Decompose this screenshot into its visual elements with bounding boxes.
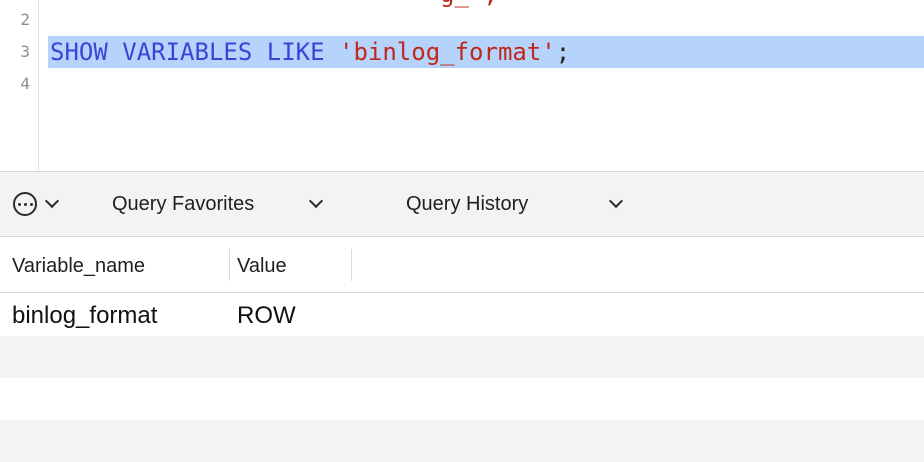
query-history-button[interactable]: Query History [406,172,528,236]
query-favorites-dropdown[interactable] [308,172,324,236]
chevron-down-icon [308,193,324,209]
chevron-down-icon [44,193,60,209]
keyword-like: LIKE [266,38,325,66]
empty-row [0,378,924,420]
line-number-gutter: 2 3 4 [0,0,39,171]
grid-header: Variable_name Value [0,237,924,293]
query-history-dropdown[interactable] [608,172,624,236]
more-options-button[interactable] [13,172,60,236]
line-number: 3 [20,42,30,61]
column-header-value[interactable]: Value [237,237,287,292]
empty-row [0,420,924,462]
line-number: 2 [20,10,30,29]
previous-line-fragment: g_ ; [440,0,498,8]
line-number: 4 [20,74,30,93]
table-row[interactable]: binlog_format ROW [0,294,924,336]
results-grid: Variable_name Value binlog_format ROW [0,237,924,462]
statement-terminator: ; [555,38,571,66]
query-favorites-button[interactable]: Query Favorites [112,172,254,236]
keyword-show: SHOW [50,38,108,66]
column-resize-handle[interactable] [229,249,230,281]
keyword-variables: VARIABLES [122,38,253,66]
sql-editor[interactable]: 2 3 4 g_ ; SHOW VARIABLES LIKE 'binlog_f… [0,0,924,171]
ellipsis-circle-icon [13,192,37,216]
chevron-down-icon [608,193,624,209]
empty-row [0,336,924,378]
query-line[interactable]: SHOW VARIABLES LIKE 'binlog_format'; [50,36,570,68]
cell-value[interactable]: ROW [237,294,296,336]
cell-variable-name[interactable]: binlog_format [12,294,157,336]
query-toolbar: Query Favorites Query History [0,171,924,237]
column-header-variable-name[interactable]: Variable_name [12,237,145,292]
column-resize-handle[interactable] [351,249,352,281]
string-literal: 'binlog_format' [339,38,556,66]
